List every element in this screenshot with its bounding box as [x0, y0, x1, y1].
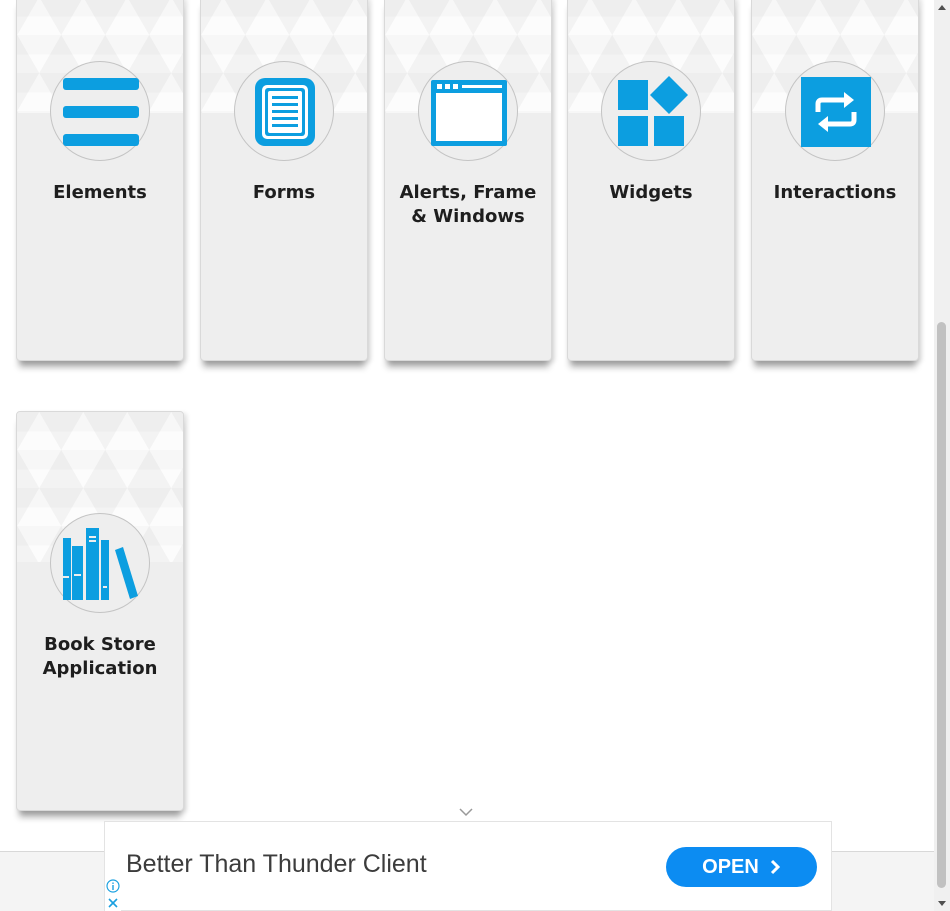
ad-banner[interactable]: Better Than Thunder Client OPEN — [104, 821, 832, 911]
card-title: Interactions — [773, 182, 897, 203]
card-title: Alerts, Frame & Windows — [399, 182, 537, 227]
close-icon[interactable] — [105, 895, 121, 911]
info-icon[interactable] — [105, 878, 121, 894]
card-icon-circle — [418, 61, 518, 161]
card-icon-circle — [50, 513, 150, 613]
ad-headline: Better Than Thunder Client — [126, 850, 427, 878]
vertical-scrollbar[interactable] — [934, 0, 950, 911]
scroll-up-arrow-icon[interactable] — [934, 0, 950, 16]
card-interactions[interactable]: Interactions — [751, 0, 919, 361]
repeat-arrows-icon — [801, 77, 871, 147]
chevron-right-icon — [770, 859, 780, 875]
card-icon-circle — [601, 61, 701, 161]
card-title: Widgets — [609, 182, 693, 203]
books-icon — [63, 528, 138, 600]
card-icon-circle — [50, 61, 150, 161]
ad-open-button[interactable]: OPEN — [666, 847, 817, 887]
card-title: Book Store Application — [42, 634, 158, 679]
card-forms[interactable]: Forms — [200, 0, 368, 361]
scrollbar-thumb[interactable] — [937, 322, 946, 888]
card-alerts-frame-windows[interactable]: Alerts, Frame & Windows — [384, 0, 552, 361]
card-title: Forms — [252, 182, 316, 203]
card-icon-circle — [785, 61, 885, 161]
card-icon-circle — [234, 61, 334, 161]
card-title: Elements — [53, 182, 147, 203]
card-widgets[interactable]: Widgets — [567, 0, 735, 361]
document-form-icon — [255, 78, 315, 146]
scroll-down-arrow-icon[interactable] — [934, 895, 950, 911]
card-elements[interactable]: Elements — [16, 0, 184, 361]
hamburger-menu-icon — [63, 78, 139, 146]
ad-open-label: OPEN — [702, 855, 759, 878]
browser-window-icon — [431, 80, 507, 146]
widget-blocks-icon — [618, 76, 688, 146]
card-book-store-application[interactable]: Book Store Application — [16, 411, 184, 811]
chevron-down-icon[interactable] — [458, 806, 474, 818]
